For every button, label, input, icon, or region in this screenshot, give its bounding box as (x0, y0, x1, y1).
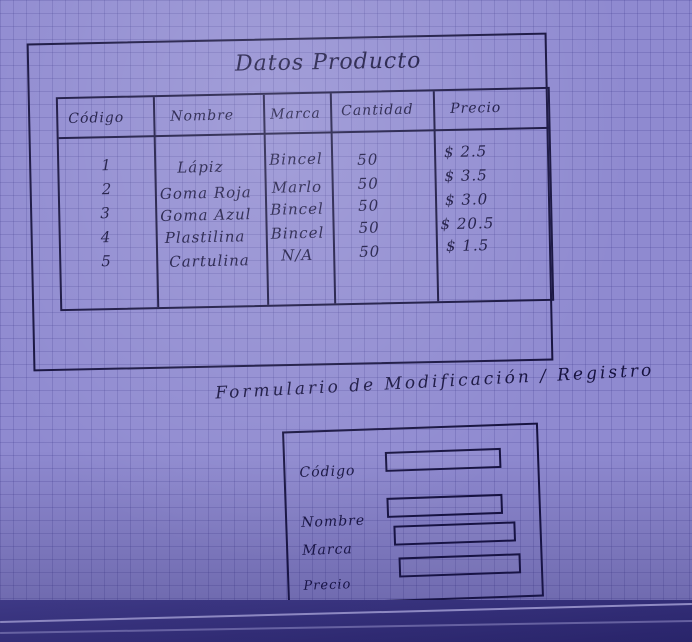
marca-field[interactable] (393, 521, 517, 546)
column-header-cantidad: Cantidad (341, 101, 414, 120)
cell-nombre: Goma Azul (160, 205, 252, 226)
column-divider (262, 94, 270, 305)
cell-marca: N/A (280, 245, 314, 265)
cell-cantidad: 50 (358, 242, 381, 261)
form-label-marca: Marca (301, 541, 354, 559)
cell-precio: $ 1.5 (445, 236, 490, 256)
cell-cantidad: 50 (357, 196, 380, 215)
table-header-divider (58, 126, 549, 140)
form-title: Formulario de Modificación / Registro (214, 360, 655, 404)
cell-marca: Marlo (271, 177, 323, 197)
cell-nombre: Goma Roja (159, 183, 252, 204)
column-divider (432, 91, 440, 302)
cell-codigo: 4 (100, 228, 112, 247)
cell-marca: Bincel (270, 223, 325, 243)
column-header-codigo: Código (68, 109, 125, 127)
cell-nombre: Plastilina (164, 227, 246, 247)
cell-precio: $ 3.5 (444, 166, 488, 186)
nombre-field[interactable] (386, 493, 504, 518)
form-label-precio: Precio (303, 577, 352, 594)
cell-precio: $ 2.5 (443, 142, 488, 162)
cell-marca: Bincel (268, 149, 323, 169)
cell-cantidad: 50 (358, 218, 380, 237)
form-label-codigo: Código (299, 462, 356, 481)
column-divider (329, 93, 337, 304)
cell-codigo: 3 (100, 204, 111, 223)
form-label-nombre: Nombre (300, 512, 366, 531)
table-title: Datos Producto (234, 48, 422, 77)
precio-field[interactable] (398, 553, 522, 578)
codigo-field[interactable] (384, 447, 502, 472)
column-header-marca: Marca (270, 105, 321, 123)
column-divider (152, 97, 160, 308)
registration-form: Código Nombre Marca Precio (282, 422, 544, 606)
cell-codigo: 1 (101, 156, 112, 175)
cell-cantidad: 50 (357, 150, 379, 169)
product-table: Código Nombre Marca Cantidad Precio 1 Lá… (55, 86, 555, 312)
column-header-nombre: Nombre (170, 107, 235, 125)
cell-codigo: 5 (101, 252, 112, 271)
cell-codigo: 2 (101, 180, 113, 199)
cell-nombre: Lápiz (177, 157, 224, 177)
cell-precio: $ 3.0 (444, 190, 489, 210)
cell-cantidad: 50 (357, 174, 379, 193)
cell-precio: $ 20.5 (440, 214, 495, 234)
cell-marca: Bincel (270, 199, 324, 219)
graph-paper-sheet: Datos Producto Código Nombre Marca Canti… (0, 0, 692, 642)
cell-nombre: Cartulina (169, 251, 250, 271)
column-header-precio: Precio (449, 99, 502, 117)
